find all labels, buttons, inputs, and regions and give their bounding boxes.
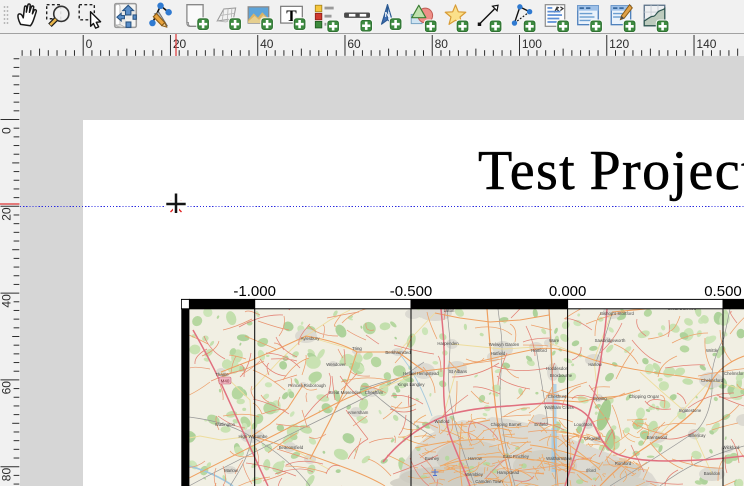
svg-text:Epping: Epping	[593, 396, 607, 401]
svg-text:Walthamstow: Walthamstow	[546, 456, 573, 461]
svg-text:Hoddesdon: Hoddesdon	[546, 366, 569, 371]
svg-text:St Albans: St Albans	[449, 369, 467, 374]
svg-text:Enfield: Enfield	[534, 422, 548, 427]
svg-text:Writtle: Writtle	[706, 348, 719, 353]
svg-text:0: 0	[86, 37, 93, 51]
svg-text:-1.000: -1.000	[233, 283, 276, 300]
svg-text:M40: M40	[221, 379, 230, 384]
svg-text:Chipping Ongar: Chipping Ongar	[629, 394, 660, 399]
svg-text:East Finchley: East Finchley	[503, 454, 530, 459]
svg-text:Berkhamsted: Berkhamsted	[385, 350, 411, 355]
svg-text:Harrow: Harrow	[468, 456, 483, 461]
svg-text:High Wycombe: High Wycombe	[238, 434, 268, 439]
svg-text:Thame: Thame	[215, 372, 229, 377]
svg-text:Watford: Watford	[435, 419, 450, 424]
svg-text:100: 100	[522, 37, 542, 51]
svg-text:Harlow: Harlow	[588, 362, 602, 367]
svg-text:Romford: Romford	[615, 461, 632, 466]
svg-text:Bushey: Bushey	[425, 456, 440, 461]
svg-text:-0.500: -0.500	[390, 283, 433, 300]
svg-text:60: 60	[347, 37, 361, 51]
svg-text:Great Missenden: Great Missenden	[329, 390, 362, 395]
svg-text:Harpenden: Harpenden	[437, 341, 459, 346]
svg-text:Hatfield: Hatfield	[491, 351, 506, 356]
svg-text:Chelmsford: Chelmsford	[701, 378, 724, 383]
svg-text:Billericay: Billericay	[688, 433, 706, 438]
svg-text:Waltham Cross: Waltham Cross	[544, 405, 573, 410]
svg-text:60: 60	[0, 381, 14, 395]
svg-text:Broxbourne: Broxbourne	[550, 373, 573, 378]
svg-text:N: N	[385, 12, 390, 19]
svg-text:0.000: 0.000	[549, 283, 587, 300]
svg-text:Chelmsford: Chelmsford	[724, 371, 744, 376]
svg-text:Amersham: Amersham	[348, 410, 369, 415]
svg-text:0: 0	[0, 127, 14, 134]
svg-text:Ingatestone: Ingatestone	[679, 408, 702, 413]
svg-text:0.500: 0.500	[704, 283, 742, 300]
svg-text:Aylesbury: Aylesbury	[301, 336, 321, 341]
svg-text:Hampstead: Hampstead	[497, 470, 520, 475]
svg-text:Wickford: Wickford	[723, 445, 740, 450]
svg-text:Marlow: Marlow	[224, 468, 239, 473]
svg-text:Hertford: Hertford	[531, 348, 547, 353]
svg-text:Princes Risborough: Princes Risborough	[288, 383, 326, 388]
svg-text:Brentwood: Brentwood	[647, 435, 668, 440]
svg-text:Welwyn Garden: Welwyn Garden	[489, 342, 520, 347]
svg-text:Tring: Tring	[352, 346, 362, 351]
svg-text:Chipping Barnet: Chipping Barnet	[491, 422, 523, 427]
svg-text:Beaconsfield: Beaconsfield	[279, 445, 304, 450]
svg-text:Cheshunt: Cheshunt	[548, 394, 567, 399]
svg-text:Chigwell: Chigwell	[584, 436, 600, 441]
svg-text:Wendover: Wendover	[326, 362, 346, 367]
svg-text:Hemel Hempstead: Hemel Hempstead	[403, 371, 439, 376]
svg-text:80: 80	[435, 37, 449, 51]
svg-text:40: 40	[260, 37, 274, 51]
svg-text:Watlington: Watlington	[215, 422, 236, 427]
svg-text:Wembley: Wembley	[465, 472, 484, 477]
svg-text:Ilford: Ilford	[586, 468, 596, 473]
svg-text:120: 120	[609, 37, 629, 51]
svg-text:140: 140	[696, 37, 716, 51]
svg-text:Loughton: Loughton	[574, 422, 593, 427]
svg-text:Basildon: Basildon	[704, 471, 721, 476]
svg-text:Ware: Ware	[549, 338, 560, 343]
svg-text:Camden Town: Camden Town	[475, 479, 503, 484]
svg-text:Chesham: Chesham	[365, 390, 384, 395]
svg-text:20: 20	[0, 207, 14, 221]
svg-text:20: 20	[173, 37, 187, 51]
svg-text:40: 40	[0, 294, 14, 308]
svg-text:Sawbridgeworth: Sawbridgeworth	[595, 338, 626, 343]
svg-text:80: 80	[0, 468, 14, 482]
svg-text:Bishop's Stortford: Bishop's Stortford	[600, 311, 634, 316]
